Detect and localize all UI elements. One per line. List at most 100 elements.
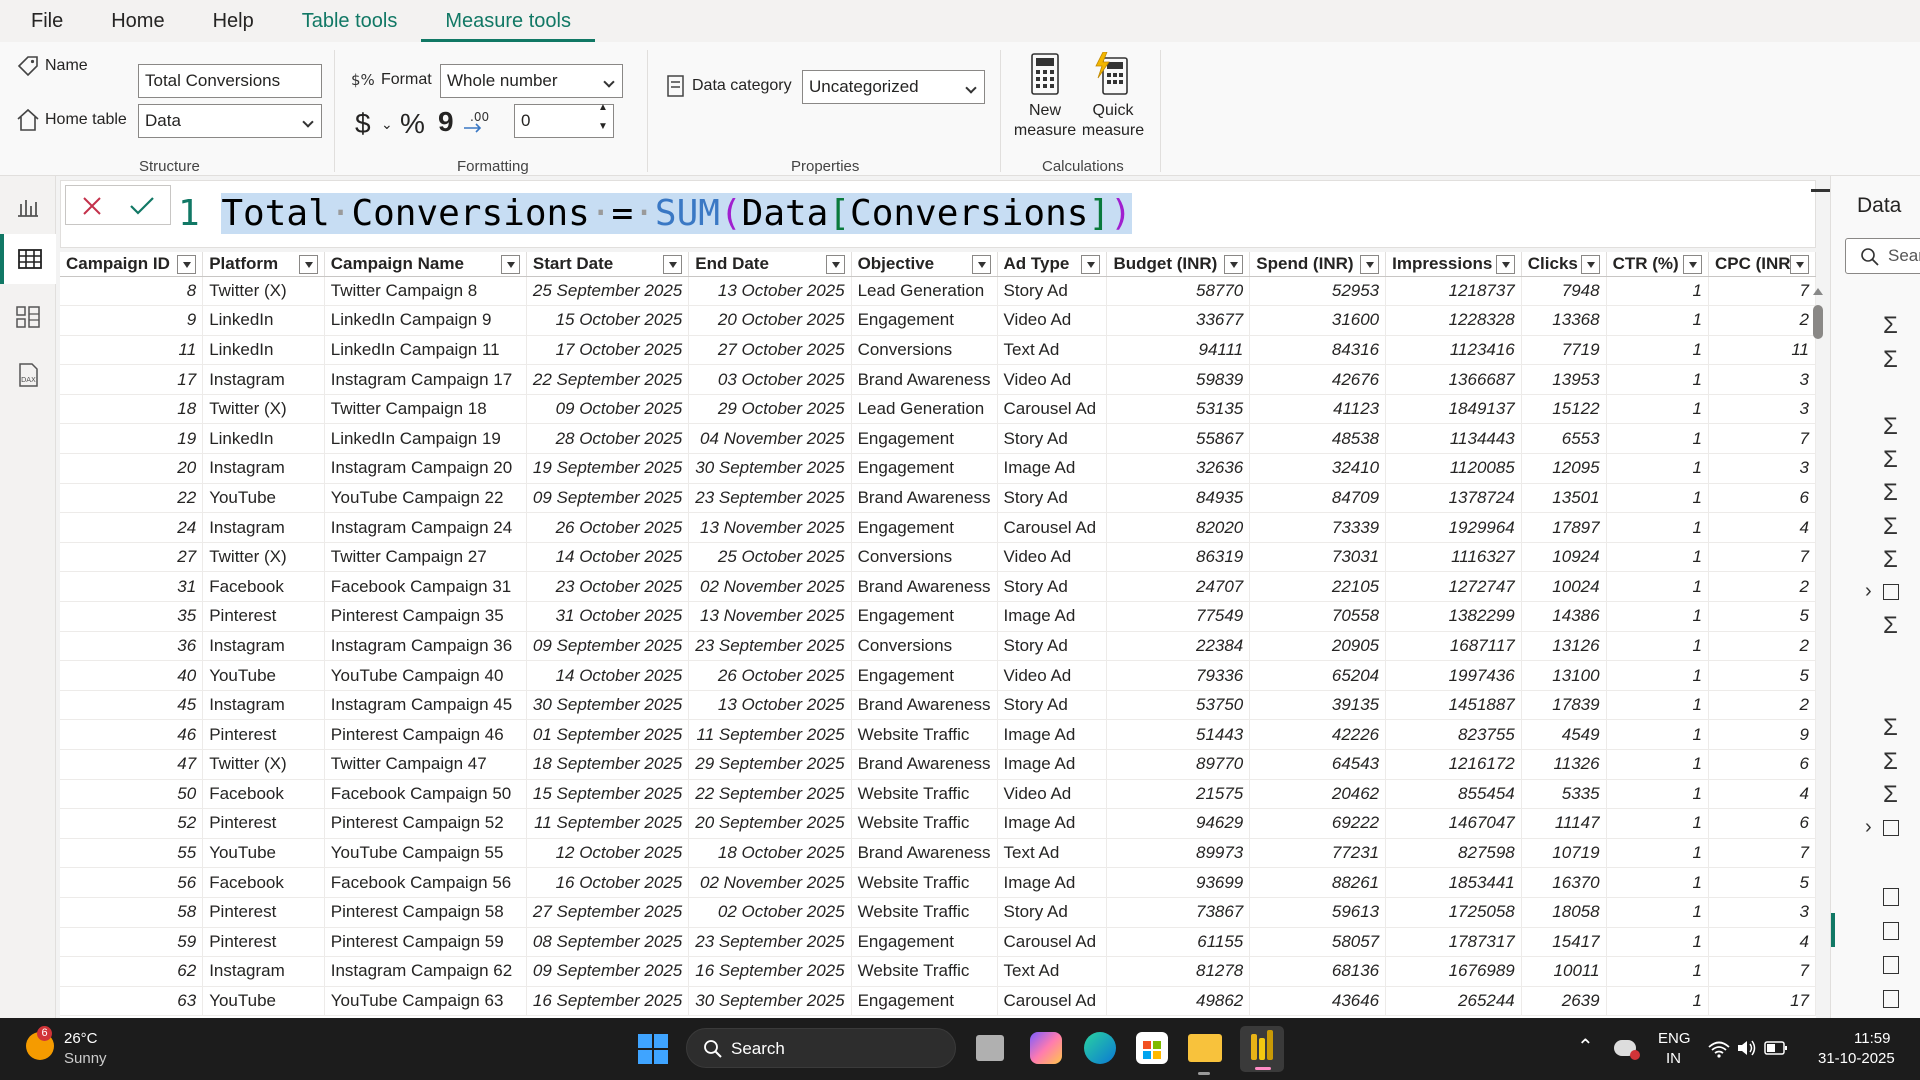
table-view-button[interactable] xyxy=(0,234,56,284)
model-view-button[interactable] xyxy=(0,292,56,342)
table-cell[interactable]: 30 September 2025 xyxy=(526,690,690,721)
table-cell[interactable]: 1 xyxy=(1606,276,1709,307)
table-cell[interactable]: 15 September 2025 xyxy=(526,779,690,810)
table-cell[interactable]: Pinterest xyxy=(202,601,325,632)
table-cell[interactable]: Website Traffic xyxy=(851,956,998,987)
table-cell[interactable]: 22105 xyxy=(1249,571,1387,603)
table-cell[interactable]: 73339 xyxy=(1249,512,1387,543)
commit-check-icon[interactable] xyxy=(128,194,156,218)
table-cell[interactable]: 23 September 2025 xyxy=(688,483,852,514)
table-cell[interactable]: 70558 xyxy=(1249,601,1387,632)
table-cell[interactable]: 59 xyxy=(60,927,204,958)
table-cell[interactable]: 10011 xyxy=(1521,956,1607,987)
column-header[interactable]: CPC (INR) xyxy=(1708,252,1816,277)
table-cell[interactable]: 1 xyxy=(1606,838,1709,869)
table-cell[interactable]: 30 September 2025 xyxy=(688,453,852,484)
table-cell[interactable]: 1 xyxy=(1606,364,1709,395)
table-cell[interactable]: Conversions xyxy=(851,335,998,366)
table-cell[interactable]: 08 September 2025 xyxy=(526,927,690,958)
table-cell[interactable]: LinkedIn Campaign 9 xyxy=(324,305,527,336)
expand-chevron-icon[interactable]: › xyxy=(1865,580,1872,603)
table-cell[interactable]: 31600 xyxy=(1249,305,1387,336)
scroll-thumb[interactable] xyxy=(1813,305,1823,339)
table-cell[interactable]: 10024 xyxy=(1521,571,1607,603)
table-cell[interactable]: Story Ad xyxy=(997,690,1108,721)
table-cell[interactable]: Pinterest Campaign 52 xyxy=(324,808,527,839)
dax-query-view-button[interactable]: DAX xyxy=(0,350,56,400)
table-cell[interactable]: 827598 xyxy=(1385,838,1522,869)
spin-down-icon[interactable]: ▼ xyxy=(598,121,608,132)
table-cell[interactable]: 32410 xyxy=(1249,453,1387,484)
table-cell[interactable]: 2 xyxy=(1708,305,1816,336)
table-cell[interactable]: Instagram Campaign 45 xyxy=(324,690,527,721)
menu-table-tools[interactable]: Table tools xyxy=(278,0,422,42)
table-cell[interactable]: Twitter (X) xyxy=(202,276,325,307)
table-cell[interactable]: 13 November 2025 xyxy=(688,601,852,632)
filter-dropdown-icon[interactable] xyxy=(971,255,991,274)
table-row[interactable]: 56 Facebook Facebook Campaign 56 16 October… xyxy=(60,867,1816,898)
table-cell[interactable]: 1 xyxy=(1606,305,1709,336)
table-cell[interactable]: 45 xyxy=(60,690,204,721)
table-cell[interactable]: Brand Awareness xyxy=(851,364,998,395)
column-header[interactable]: Campaign ID xyxy=(60,252,204,277)
table-cell[interactable]: Facebook xyxy=(202,867,325,898)
table-cell[interactable]: 52 xyxy=(60,808,204,839)
measure-icon[interactable] xyxy=(1883,922,1899,940)
table-cell[interactable]: 16 September 2025 xyxy=(688,956,852,987)
table-row[interactable]: 27 Twitter (X) Twitter Campaign 27 14 Octob… xyxy=(60,542,1816,573)
table-cell[interactable]: 6 xyxy=(1708,749,1816,780)
table-cell[interactable]: Video Ad xyxy=(997,660,1108,691)
table-cell[interactable]: 64543 xyxy=(1249,749,1387,780)
table-cell[interactable]: 17 xyxy=(1708,986,1816,1017)
table-cell[interactable]: 7 xyxy=(1708,423,1816,455)
home-table-select[interactable]: Data xyxy=(138,104,322,138)
table-cell[interactable]: 1216172 xyxy=(1385,749,1522,780)
table-cell[interactable]: YouTube xyxy=(202,986,325,1017)
table-cell[interactable]: 1 xyxy=(1606,453,1709,484)
table-cell[interactable]: 89973 xyxy=(1106,838,1251,869)
table-cell[interactable]: Brand Awareness xyxy=(851,838,998,869)
table-cell[interactable]: 6 xyxy=(1708,808,1816,839)
table-cell[interactable]: 12095 xyxy=(1521,453,1607,484)
spin-up-icon[interactable]: ▲ xyxy=(598,102,608,113)
report-view-button[interactable] xyxy=(0,182,56,232)
table-cell[interactable]: 1467047 xyxy=(1385,808,1522,839)
table-cell[interactable]: 29 October 2025 xyxy=(688,394,852,425)
column-header[interactable]: CTR (%) xyxy=(1606,252,1709,277)
table-cell[interactable]: 15417 xyxy=(1521,927,1607,958)
table-cell[interactable]: 1 xyxy=(1606,719,1709,750)
table-cell[interactable]: 1272747 xyxy=(1385,571,1522,603)
table-cell[interactable]: 13126 xyxy=(1521,631,1607,662)
table-cell[interactable]: 02 November 2025 xyxy=(688,571,852,603)
table-cell[interactable]: 89770 xyxy=(1106,749,1251,780)
table-row[interactable]: 9 LinkedIn LinkedIn Campaign 9 15 October 2… xyxy=(60,305,1816,336)
table-cell[interactable]: Pinterest Campaign 35 xyxy=(324,601,527,632)
table-cell[interactable]: LinkedIn xyxy=(202,423,325,455)
table-cell[interactable]: Image Ad xyxy=(997,808,1108,839)
table-cell[interactable]: 86319 xyxy=(1106,542,1251,573)
sigma-icon[interactable]: Σ xyxy=(1883,312,1898,340)
table-cell[interactable]: 42226 xyxy=(1249,719,1387,750)
table-row[interactable]: 36 Instagram Instagram Campaign 36 09 Septe… xyxy=(60,631,1816,662)
table-cell[interactable]: Pinterest Campaign 59 xyxy=(324,927,527,958)
table-cell[interactable]: Image Ad xyxy=(997,601,1108,632)
table-cell[interactable]: 1849137 xyxy=(1385,394,1522,425)
table-cell[interactable]: LinkedIn Campaign 19 xyxy=(324,423,527,455)
table-cell[interactable]: 53135 xyxy=(1106,394,1251,425)
table-cell[interactable]: 73031 xyxy=(1249,542,1387,573)
table-cell[interactable]: Engagement xyxy=(851,305,998,336)
table-cell[interactable]: 16 October 2025 xyxy=(526,867,690,898)
table-cell[interactable]: 27 xyxy=(60,542,204,573)
table-cell[interactable]: 12 October 2025 xyxy=(526,838,690,869)
store-icon[interactable] xyxy=(1136,1032,1168,1064)
table-cell[interactable]: Brand Awareness xyxy=(851,749,998,780)
menu-home[interactable]: Home xyxy=(87,0,188,42)
table-cell[interactable]: 94111 xyxy=(1106,335,1251,366)
table-cell[interactable]: Instagram xyxy=(202,512,325,543)
table-cell[interactable]: 1 xyxy=(1606,897,1709,928)
table-cell[interactable]: Lead Generation xyxy=(851,394,998,425)
table-cell[interactable]: 9 xyxy=(1708,719,1816,750)
table-cell[interactable]: 1725058 xyxy=(1385,897,1522,928)
table-cell[interactable]: 1 xyxy=(1606,927,1709,958)
measure-icon[interactable] xyxy=(1883,956,1899,974)
